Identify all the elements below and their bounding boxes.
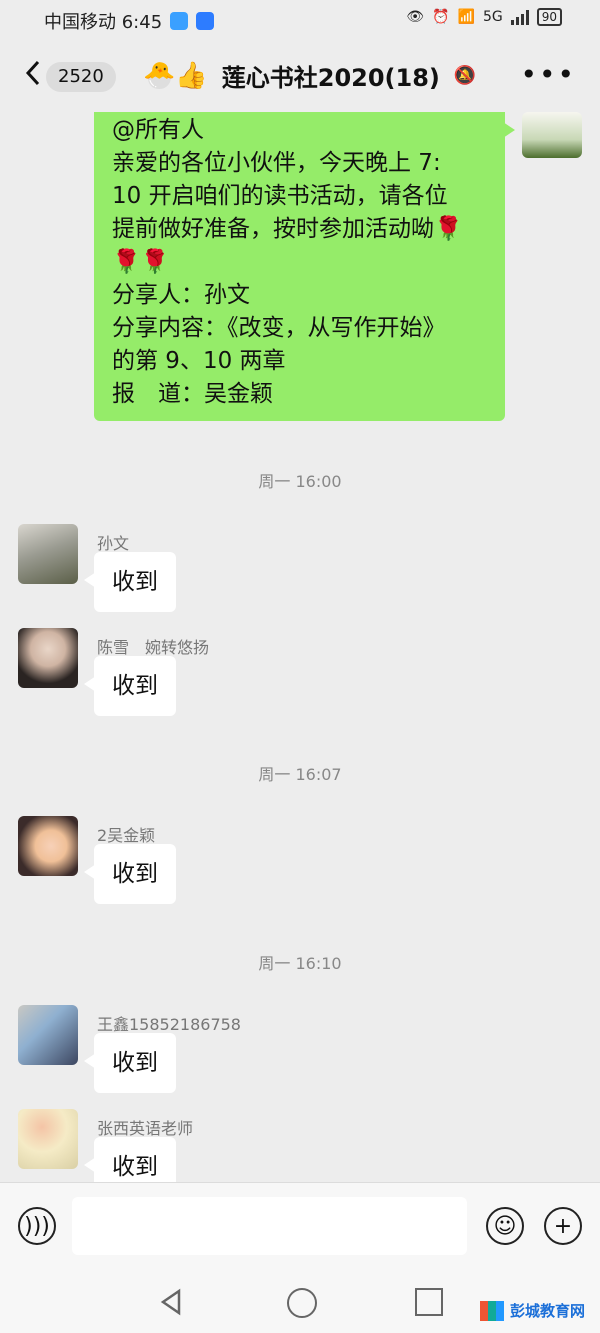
sender-name: 2吴金颖 [97,826,156,845]
avatar[interactable] [18,524,78,584]
chat-messages[interactable]: @所有人 亲爱的各位小伙伴，今天晚上 7: 10 开启咱们的读书活动，请各位 提… [0,112,600,1182]
message-row: 2吴金颖 收到 [0,816,600,916]
network-label: 5G [482,9,503,25]
message-line: 分享人：孙文 [112,282,250,308]
message-line: @所有人 [112,117,204,143]
mute-bell-icon: 🔕 [453,65,477,86]
title-emoji: 🐣👍 [143,60,208,91]
sender-name: 孙文 [97,534,130,553]
nav-recent-icon[interactable] [415,1288,443,1316]
more-options-icon[interactable]: ••• [520,58,576,91]
message-bubble[interactable]: 收到 [84,1137,176,1182]
chat-title-group[interactable]: 🐣👍 莲心书社2020(18) 🔕 [143,58,476,93]
message-input[interactable] [72,1197,467,1255]
watermark-logo-icon [480,1300,504,1321]
nav-back-icon[interactable] [157,1288,185,1316]
message-line: 分享内容：《改变，从写作开始》 [112,315,446,341]
status-bar: 中国移动 6:45 👁 ⏰ 📶 5G 90 [0,0,600,40]
alarm-icon: ⏰ [432,9,450,25]
emoji-icon[interactable]: ☺ [486,1207,524,1245]
timestamp: 周一 16:10 [258,954,342,973]
message-line: 报 道：吴金颖 [112,381,273,407]
message-composer: ))) ☺ + [0,1182,600,1273]
avatar[interactable] [18,628,78,688]
message-bubble[interactable]: 收到 [84,656,176,716]
battery-icon: 90 [536,8,562,26]
timestamp: 周一 16:00 [258,472,342,491]
message-bubble[interactable]: 收到 [84,1033,176,1093]
message-bubble[interactable]: 收到 [84,552,176,612]
watermark: 彭城教育网 [480,1300,585,1321]
avatar[interactable] [18,816,78,876]
chat-title: 莲心书社2020(18) [221,64,440,92]
avatar[interactable] [18,1005,78,1065]
message-line: 的第 9、10 两章 [112,348,286,374]
chat-header: 2520 🐣👍 莲心书社2020(18) 🔕 ••• [0,40,600,112]
message-line: 10 开启咱们的读书活动，请各位 [112,183,448,209]
message-row: 王鑫15852186758 收到 [0,1005,600,1105]
nav-home-icon[interactable] [287,1288,317,1318]
self-avatar[interactable] [522,112,582,158]
sender-name: 王鑫15852186758 [97,1015,241,1034]
watermark-text: 彭城教育网 [510,1302,586,1320]
cloud-icon [170,12,189,30]
battery-level: 90 [541,10,557,24]
message-row: 陈雪 婉转悠扬 收到 [0,628,600,728]
message-line: 提前做好准备，按时参加活动呦🌹 [112,216,463,242]
signal-icon [510,9,529,25]
plus-icon[interactable]: + [544,1207,582,1245]
unread-count-badge[interactable]: 2520 [46,62,116,92]
timestamp: 周一 16:07 [258,765,342,784]
message-bubble[interactable]: 收到 [84,844,176,904]
carrier-time: 中国移动 6:45 [44,12,163,33]
self-message-bubble[interactable]: @所有人 亲爱的各位小伙伴，今天晚上 7: 10 开启咱们的读书活动，请各位 提… [94,112,515,421]
message-row: 孙文 收到 [0,524,600,624]
message-line: 🌹🌹 [112,249,170,275]
back-icon[interactable] [22,58,46,88]
sender-name: 张西英语老师 [97,1119,194,1138]
avatar[interactable] [18,1109,78,1169]
message-line: 亲爱的各位小伙伴，今天晚上 7: [112,150,441,176]
sender-name: 陈雪 婉转悠扬 [97,638,210,657]
eye-icon: 👁 [406,9,425,25]
wifi-icon: 📶 [457,9,475,25]
voice-input-icon[interactable]: ))) [18,1207,56,1245]
bulb-icon [196,12,215,30]
message-row: 张西英语老师 收到 [0,1109,600,1182]
